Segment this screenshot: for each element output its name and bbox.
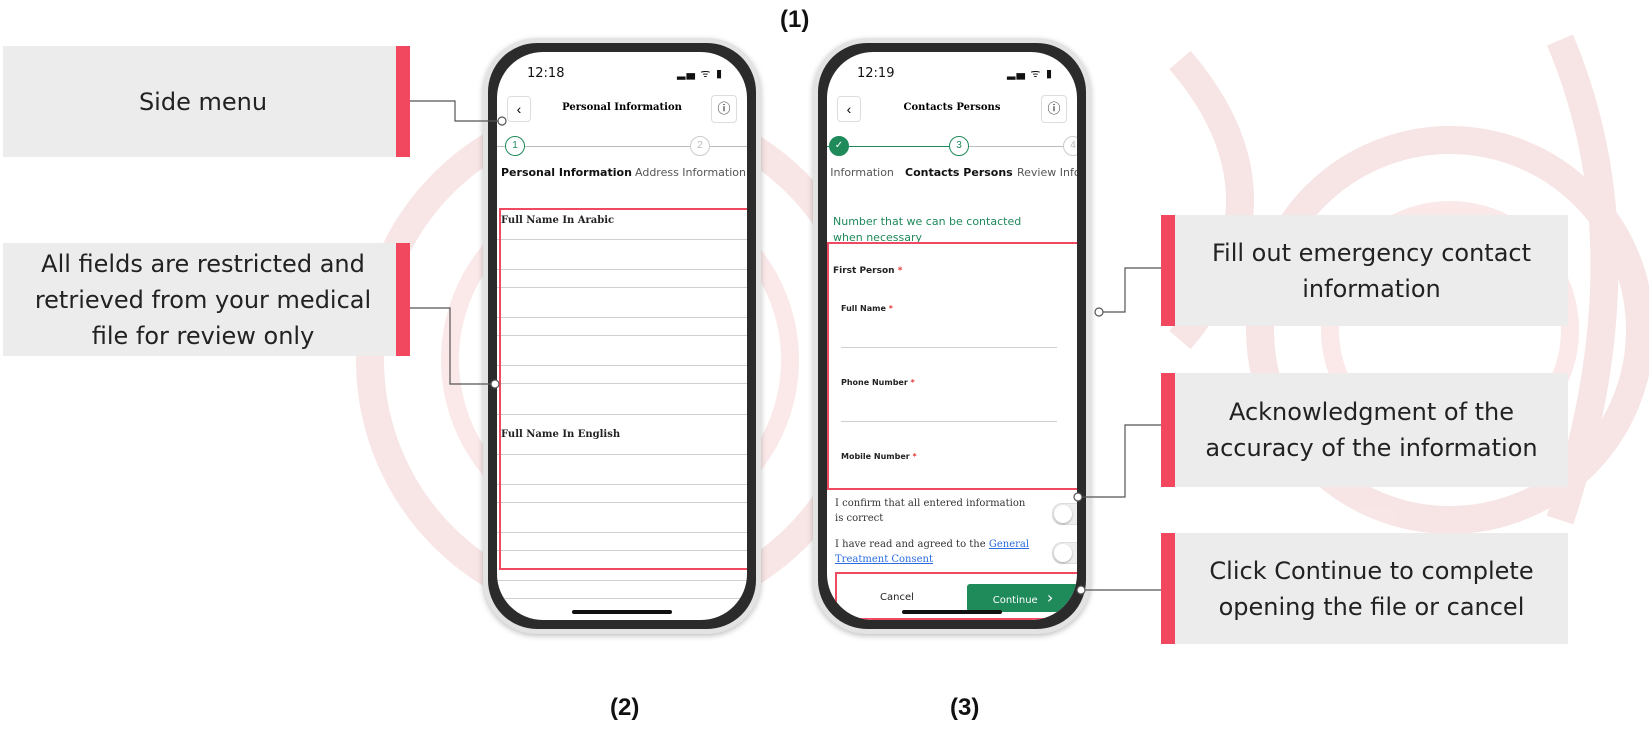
step-label-previous: s Information (827, 166, 894, 179)
first-person-text: First Person (833, 266, 895, 276)
field-divider (497, 598, 747, 599)
phone-number-input[interactable] (841, 421, 1057, 422)
phone-contact-persons: 12:19 ▂▄ ᯤ ▮ ‹ Contacts Persons ⓘ ✓ 3 4 … (813, 38, 1091, 634)
mobile-number-label: Mobile Number * (841, 452, 917, 461)
nav-bar: ‹ Contacts Persons ⓘ (827, 92, 1077, 126)
info-button[interactable]: ⓘ (1041, 95, 1067, 123)
step-circle-2[interactable]: 2 (690, 136, 710, 156)
contact-note: Number that we can be contacted when nec… (833, 215, 1022, 242)
callout-side-menu: Side menu (3, 46, 403, 157)
required-mark: * (910, 378, 915, 387)
status-bar: 12:19 ▂▄ ᯤ ▮ (857, 66, 1053, 82)
callout-continue-cancel: Click Continue to complete opening the f… (1175, 533, 1568, 644)
callout-fields-restricted: All fields are restricted and retrieved … (3, 243, 403, 356)
step-label-review: Review Inform (1017, 166, 1077, 179)
status-bar: 12:18 ▂▄ ᯤ ▮ (527, 66, 723, 82)
step-label-address: Address Information (635, 166, 746, 179)
callout-bar (1161, 533, 1175, 644)
info-icon: ⓘ (1047, 101, 1061, 116)
callout-continue-cancel-text: Click Continue to complete opening the f… (1209, 556, 1534, 621)
step-circle-4[interactable]: 4 (1063, 136, 1077, 156)
home-indicator (902, 610, 1002, 614)
callout-emergency-contact-text: Fill out emergency contact information (1211, 238, 1532, 303)
phone-screen: 12:18 ▂▄ ᯤ ▮ ‹ Personal Information ⓘ 1 … (497, 52, 747, 620)
step-label-personal: Personal Information (501, 166, 632, 179)
callout-bar (1161, 215, 1175, 326)
page-title: Contacts Persons (903, 102, 1001, 113)
nav-bar: ‹ Personal Information ⓘ (497, 92, 747, 126)
confirm-text: I confirm that all entered information i… (835, 498, 1026, 524)
phone-screen: 12:19 ▂▄ ᯤ ▮ ‹ Contacts Persons ⓘ ✓ 3 4 … (827, 52, 1077, 620)
confirm-toggle[interactable] (1052, 503, 1077, 525)
callout-emergency-contact: Fill out emergency contact information (1175, 215, 1568, 326)
callout-bar (396, 243, 410, 356)
status-time: 12:18 (527, 66, 565, 81)
page-title: Personal Information (562, 102, 682, 113)
step-circle-1[interactable]: 1 (505, 136, 525, 156)
full-name-input[interactable] (841, 347, 1057, 348)
full-name-label: Full Name * (841, 304, 893, 313)
full-name-text: Full Name (841, 304, 886, 313)
signal-wifi-battery-icon: ▂▄ ᯤ ▮ (1006, 67, 1053, 80)
continue-button[interactable]: Continue › (967, 584, 1077, 612)
chevron-right-icon: › (1046, 588, 1054, 607)
phone-personal-information: 12:18 ▂▄ ᯤ ▮ ‹ Personal Information ⓘ 1 … (483, 38, 761, 634)
mobile-number-text: Mobile Number (841, 452, 910, 461)
required-mark: * (897, 266, 903, 276)
required-mark: * (888, 304, 893, 313)
step-label-contacts: Contacts Persons (905, 166, 1013, 179)
phone-number-text: Phone Number (841, 378, 908, 387)
consent-text: I have read and agreed to the General Tr… (835, 537, 1035, 567)
signal-wifi-battery-icon: ▂▄ ᯤ ▮ (676, 67, 723, 80)
step-circle-done[interactable]: ✓ (829, 136, 849, 156)
continue-label: Continue (992, 595, 1038, 606)
home-indicator (572, 610, 672, 614)
caption-1: (1) (780, 6, 810, 33)
cancel-button[interactable]: Cancel (847, 584, 947, 612)
callout-bar (1161, 373, 1175, 487)
field-divider (497, 580, 747, 581)
status-time: 12:19 (857, 66, 895, 81)
phone-number-label: Phone Number * (841, 378, 915, 387)
stepper: ✓ 3 4 s Information Contacts Persons Rev… (827, 136, 1077, 196)
callout-fields-restricted-text: All fields are restricted and retrieved … (34, 249, 372, 350)
consent-prefix: I have read and agreed to the (835, 539, 989, 550)
first-person-label: First Person * (833, 266, 902, 276)
info-button[interactable]: ⓘ (711, 95, 737, 123)
callout-side-menu-text: Side menu (138, 87, 268, 116)
highlight-readonly-fields (499, 208, 747, 570)
callout-acknowledgment: Acknowledgment of the accuracy of the in… (1175, 373, 1568, 487)
consent-toggle[interactable] (1052, 542, 1077, 564)
caption-3: (3) (950, 694, 980, 721)
callout-bar (396, 46, 410, 157)
required-mark: * (912, 452, 917, 461)
callout-acknowledgment-text: Acknowledgment of the accuracy of the in… (1205, 398, 1538, 462)
info-icon: ⓘ (717, 101, 731, 116)
step-circle-3[interactable]: 3 (949, 136, 969, 156)
caption-2: (2) (610, 694, 640, 721)
stepper: 1 2 Personal Information Address Informa… (497, 136, 747, 196)
